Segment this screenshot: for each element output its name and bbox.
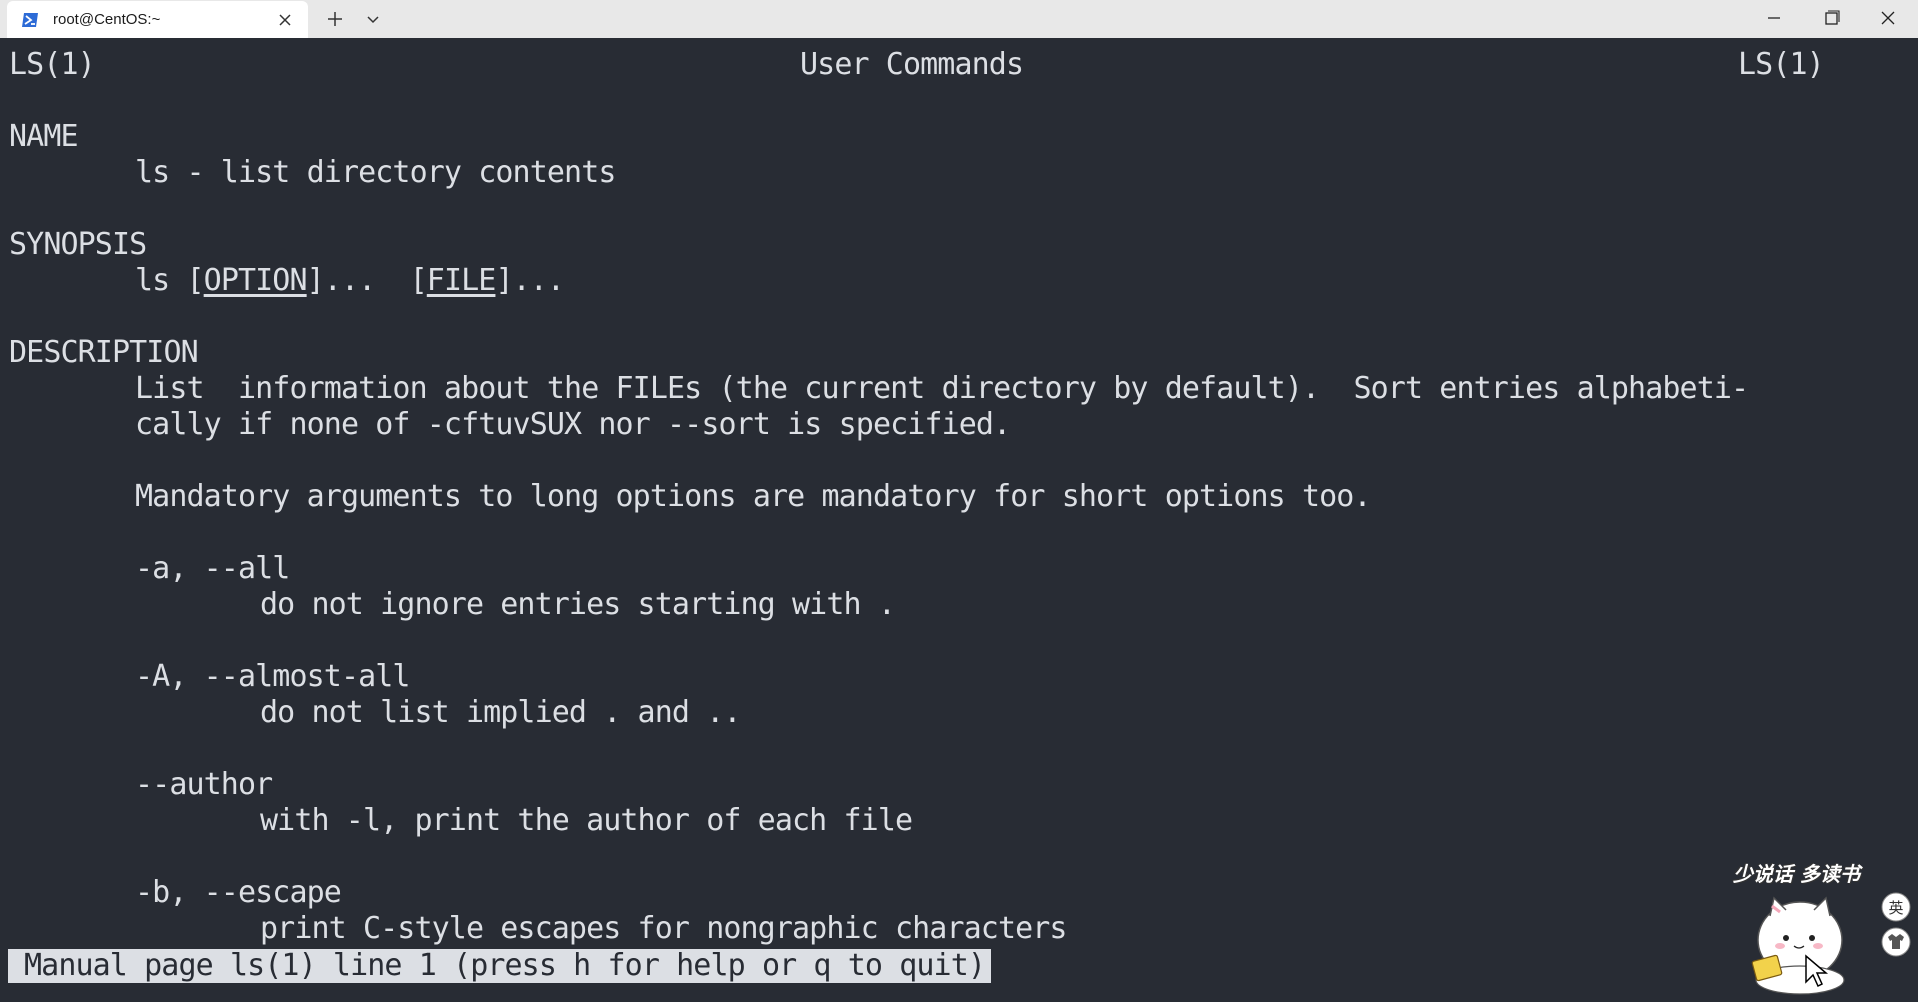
option-desc: do not ignore entries starting with .	[260, 587, 896, 622]
option-desc: print C-style escapes for nongraphic cha…	[260, 911, 1067, 946]
name-heading: NAME	[9, 119, 79, 154]
description-line-1: List information about the FILEs (the cu…	[135, 371, 1749, 406]
cat-mascot-icon[interactable]: 英	[1728, 850, 1918, 1002]
description-heading: DESCRIPTION	[9, 335, 199, 370]
close-icon[interactable]	[275, 10, 295, 30]
synopsis-file: FILE	[426, 263, 497, 298]
synopsis-heading: SYNOPSIS	[9, 227, 147, 262]
name-line: ls - list directory contents	[135, 155, 616, 190]
window-close-icon[interactable]	[1873, 4, 1903, 32]
option-flag: --author	[135, 767, 273, 802]
powershell-icon	[22, 13, 38, 27]
tab-title: root@CentOS:~	[53, 11, 161, 28]
synopsis-mid: ]... [	[306, 263, 428, 298]
minimize-icon[interactable]	[1759, 4, 1789, 32]
mandatory-note: Mandatory arguments to long options are …	[135, 479, 1372, 514]
option-flag: -b, --escape	[135, 875, 342, 910]
terminal-tab[interactable]: root@CentOS:~	[7, 1, 308, 38]
terminal-output[interactable]: LS(1) User Commands LS(1) NAME ls - list…	[0, 38, 1918, 1002]
synopsis-line: ls [OPTION]... [FILE]...	[135, 263, 565, 298]
option-desc: do not list implied . and ..	[260, 695, 741, 730]
man-header-center: User Commands	[800, 47, 1024, 82]
ime-label[interactable]: 英	[1888, 899, 1903, 917]
option-desc: with -l, print the author of each file	[260, 803, 913, 838]
man-header-right: LS(1)	[1738, 47, 1825, 82]
description-line-2: cally if none of -cftuvSUX nor --sort is…	[135, 407, 1011, 442]
pager-status-bar: Manual page ls(1) line 1 (press h for he…	[8, 949, 992, 983]
synopsis-option: OPTION	[203, 263, 308, 298]
maximize-icon[interactable]	[1816, 4, 1846, 32]
option-flag: -A, --almost-all	[135, 659, 410, 694]
title-bar: root@CentOS:~	[0, 0, 1918, 38]
synopsis-end: ]...	[495, 263, 565, 298]
option-flag: -a, --all	[135, 551, 290, 586]
chevron-down-icon[interactable]	[360, 6, 386, 32]
synopsis-cmd: ls [	[135, 263, 205, 298]
man-header-left: LS(1)	[9, 47, 96, 82]
plus-icon[interactable]	[322, 6, 348, 32]
